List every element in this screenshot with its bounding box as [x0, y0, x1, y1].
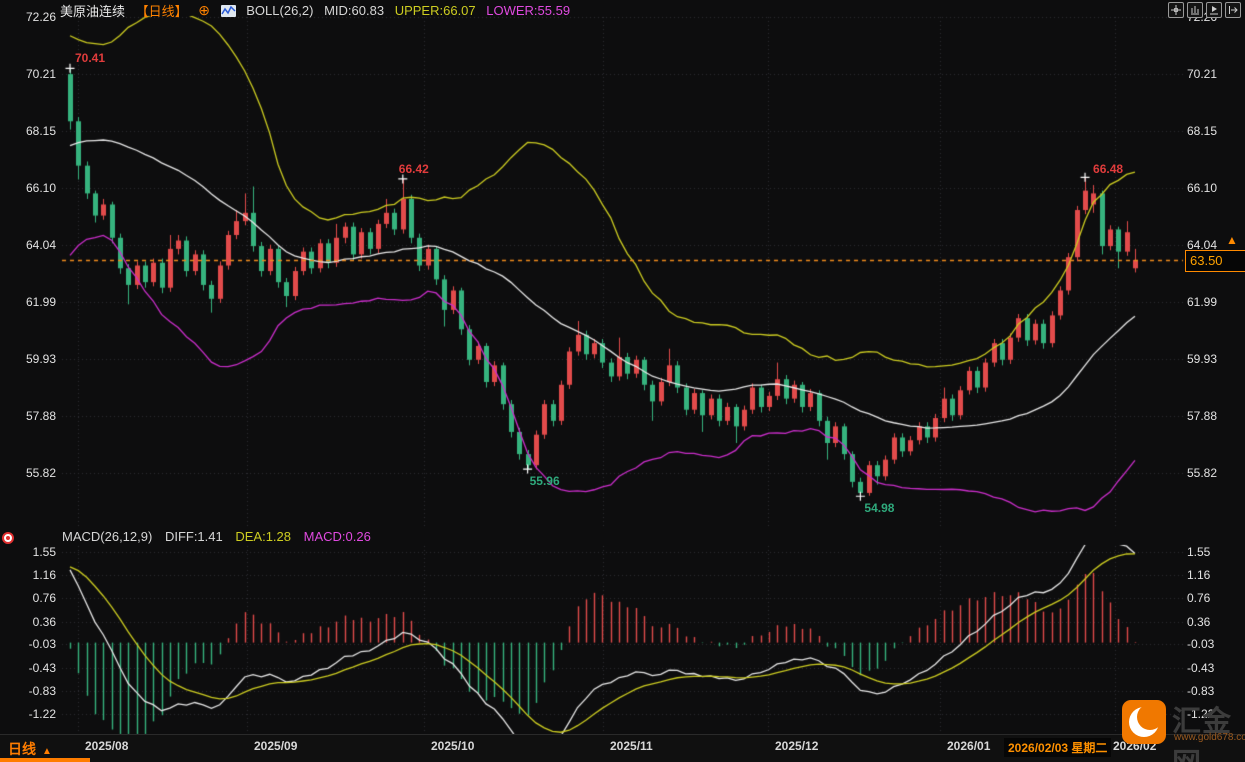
x-axis-label: 2025/11	[610, 739, 653, 753]
x-axis-label: 2025/09	[254, 739, 298, 753]
price-up-arrow-icon: ▲	[1226, 233, 1238, 247]
macd-params-label: MACD(26,12,9)	[62, 529, 153, 544]
watermark: 汇金网 www.gold678.com	[1122, 698, 1245, 762]
site-name: 汇金网	[1172, 706, 1233, 762]
macd-marker-icon[interactable]	[2, 532, 14, 544]
triangle-up-icon: ▲	[42, 746, 52, 757]
x-axis-label: 2025/08	[85, 739, 129, 753]
period-selector[interactable]: 日线 ▲	[8, 739, 52, 759]
price-annotation: 70.41	[75, 51, 106, 66]
period-underline	[0, 758, 90, 762]
period-label: 日线	[8, 741, 36, 757]
highlighted-date: 2026/02/03 星期二	[1004, 738, 1112, 757]
pan-right-icon[interactable]	[1225, 2, 1241, 18]
site-logo-icon	[1122, 700, 1166, 744]
price-annotation: 54.98	[864, 501, 895, 516]
site-url: www.gold678.com	[1174, 732, 1245, 743]
chart-toolbar	[1168, 2, 1241, 18]
mini-kline-icon[interactable]	[220, 4, 236, 17]
kline-app: 美原油连续 【日线】 ⊕ BOLL(26,2) MID:60.83 UPPER:…	[0, 0, 1245, 762]
price-annotation: 55.96	[529, 474, 560, 489]
macd-diff-value: DIFF:1.41	[164, 529, 223, 544]
x-axis-label: 2025/12	[775, 739, 819, 753]
x-axis-label: 2026/01	[947, 739, 991, 753]
price-annotation: 66.42	[398, 161, 429, 176]
boll-mid-value: MID:60.83	[324, 3, 385, 18]
macd-header: MACD(26,12,9) DIFF:1.41 DEA:1.28 MACD:0.…	[62, 529, 380, 544]
x-axis-label: 2025/10	[431, 739, 475, 753]
indicator-panel-icon[interactable]	[1187, 2, 1203, 18]
playback-marker-icon[interactable]	[1206, 2, 1222, 18]
chart-canvas[interactable]	[0, 0, 1245, 762]
main-chart-header: 美原油连续 【日线】 ⊕ BOLL(26,2) MID:60.83 UPPER:…	[60, 1, 577, 19]
period-tag[interactable]: 【日线】	[136, 4, 188, 19]
crosshair-icon[interactable]	[1168, 2, 1184, 18]
bottom-bar: 日线 ▲ 2025/08 2025/09 2025/10 2025/11 2025/12 2…	[0, 735, 1245, 762]
add-indicator-icon[interactable]: ⊕	[198, 2, 210, 18]
macd-dea-value: DEA:1.28	[235, 529, 292, 544]
macd-macd-value: MACD:0.26	[303, 529, 371, 544]
boll-lower-value: LOWER:55.59	[486, 3, 571, 18]
last-price-badge: 63.50	[1185, 250, 1245, 272]
boll-params-label: BOLL(26,2)	[246, 3, 314, 18]
boll-upper-value: UPPER:66.07	[394, 3, 476, 18]
price-annotation: 66.48	[1093, 162, 1124, 177]
symbol-name: 美原油连续	[60, 4, 126, 19]
